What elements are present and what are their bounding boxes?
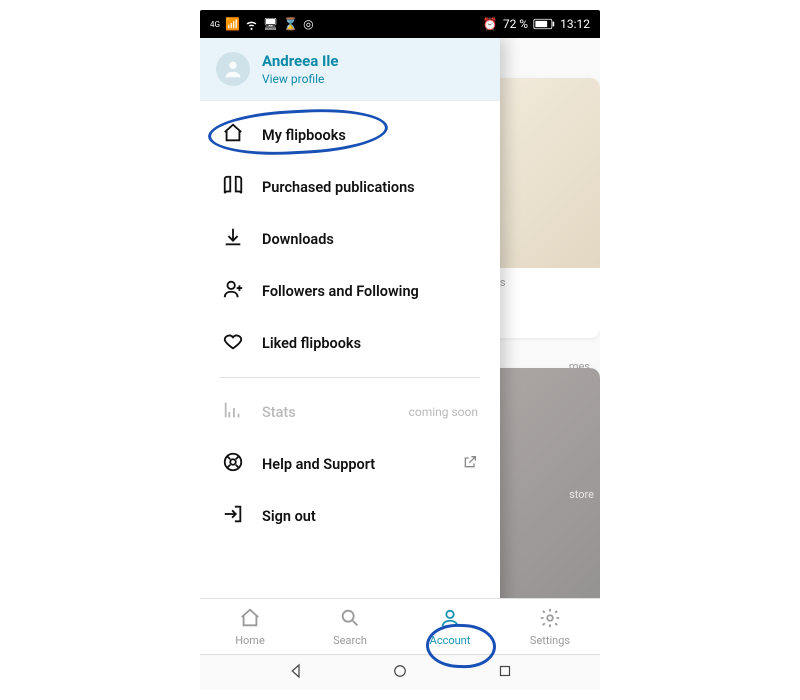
support-icon bbox=[222, 451, 244, 477]
alarm-icon: ⏰ bbox=[483, 17, 498, 31]
menu-signout[interactable]: Sign out bbox=[200, 490, 500, 542]
menu-label: Stats bbox=[262, 404, 296, 421]
search-icon bbox=[339, 607, 361, 632]
bottom-tabs: Home Search Account Settings bbox=[200, 598, 600, 654]
tab-label: Settings bbox=[530, 634, 570, 647]
tab-label: Search bbox=[333, 634, 367, 647]
menu-label: Sign out bbox=[262, 508, 316, 525]
book-icon bbox=[222, 174, 244, 200]
laptop-icon: 🖥 bbox=[263, 17, 278, 31]
download-icon bbox=[222, 226, 244, 252]
account-icon bbox=[439, 607, 461, 632]
hourglass-icon: ⌛ bbox=[283, 17, 298, 31]
external-link-icon bbox=[462, 454, 478, 474]
tab-account[interactable]: Account bbox=[400, 599, 500, 654]
drawer-menu: My flipbooks Purchased publications Down… bbox=[200, 101, 500, 634]
status-bar: 4G 📶 🖥 ⌛ ◎ ⏰ 72 % 13:12 bbox=[200, 10, 600, 38]
gear-icon bbox=[539, 607, 561, 632]
network-badge: 4G bbox=[210, 20, 220, 29]
menu-label: Purchased publications bbox=[262, 179, 415, 196]
tab-label: Account bbox=[430, 634, 471, 647]
tab-search[interactable]: Search bbox=[300, 599, 400, 654]
recents-button[interactable] bbox=[496, 662, 514, 684]
wifi-icon bbox=[245, 18, 258, 31]
signout-icon bbox=[222, 503, 244, 529]
profile-header[interactable]: Andreea Ile View profile bbox=[200, 38, 500, 101]
tab-settings[interactable]: Settings bbox=[500, 599, 600, 654]
phone-frame: 4G 📶 🖥 ⌛ ◎ ⏰ 72 % 13:12 nes mes store bbox=[200, 10, 600, 690]
tab-home[interactable]: Home bbox=[200, 599, 300, 654]
menu-label: My flipbooks bbox=[262, 127, 346, 144]
clock-text: 13:12 bbox=[560, 17, 590, 31]
menu-downloads[interactable]: Downloads bbox=[200, 213, 500, 265]
menu-followers[interactable]: Followers and Following bbox=[200, 265, 500, 317]
menu-purchased[interactable]: Purchased publications bbox=[200, 161, 500, 213]
menu-my-flipbooks[interactable]: My flipbooks bbox=[200, 109, 500, 161]
menu-label: Help and Support bbox=[262, 456, 375, 473]
menu-label: Downloads bbox=[262, 231, 334, 248]
battery-icon bbox=[533, 18, 555, 30]
account-drawer: Andreea Ile View profile My flipbooks Pu… bbox=[200, 38, 500, 634]
instagram-icon: ◎ bbox=[303, 17, 313, 31]
avatar-icon bbox=[216, 52, 250, 86]
menu-help[interactable]: Help and Support bbox=[200, 438, 500, 490]
stats-note: coming soon bbox=[409, 405, 478, 419]
tab-label: Home bbox=[235, 634, 265, 647]
menu-divider bbox=[220, 377, 480, 378]
menu-label: Followers and Following bbox=[262, 283, 419, 300]
user-plus-icon bbox=[222, 278, 244, 304]
signal-icon: 📶 bbox=[225, 17, 240, 31]
menu-liked[interactable]: Liked flipbooks bbox=[200, 317, 500, 369]
android-navbar bbox=[200, 654, 600, 690]
home-icon bbox=[239, 607, 261, 632]
battery-text: 72 % bbox=[503, 17, 528, 31]
stats-icon bbox=[222, 399, 244, 425]
menu-label: Liked flipbooks bbox=[262, 335, 361, 352]
back-button[interactable] bbox=[287, 662, 305, 684]
home-icon bbox=[222, 122, 244, 148]
heart-icon bbox=[222, 330, 244, 356]
home-button[interactable] bbox=[391, 662, 409, 684]
profile-name: Andreea Ile bbox=[262, 52, 338, 70]
menu-stats: Stats coming soon bbox=[200, 386, 500, 438]
view-profile-link[interactable]: View profile bbox=[262, 72, 338, 86]
